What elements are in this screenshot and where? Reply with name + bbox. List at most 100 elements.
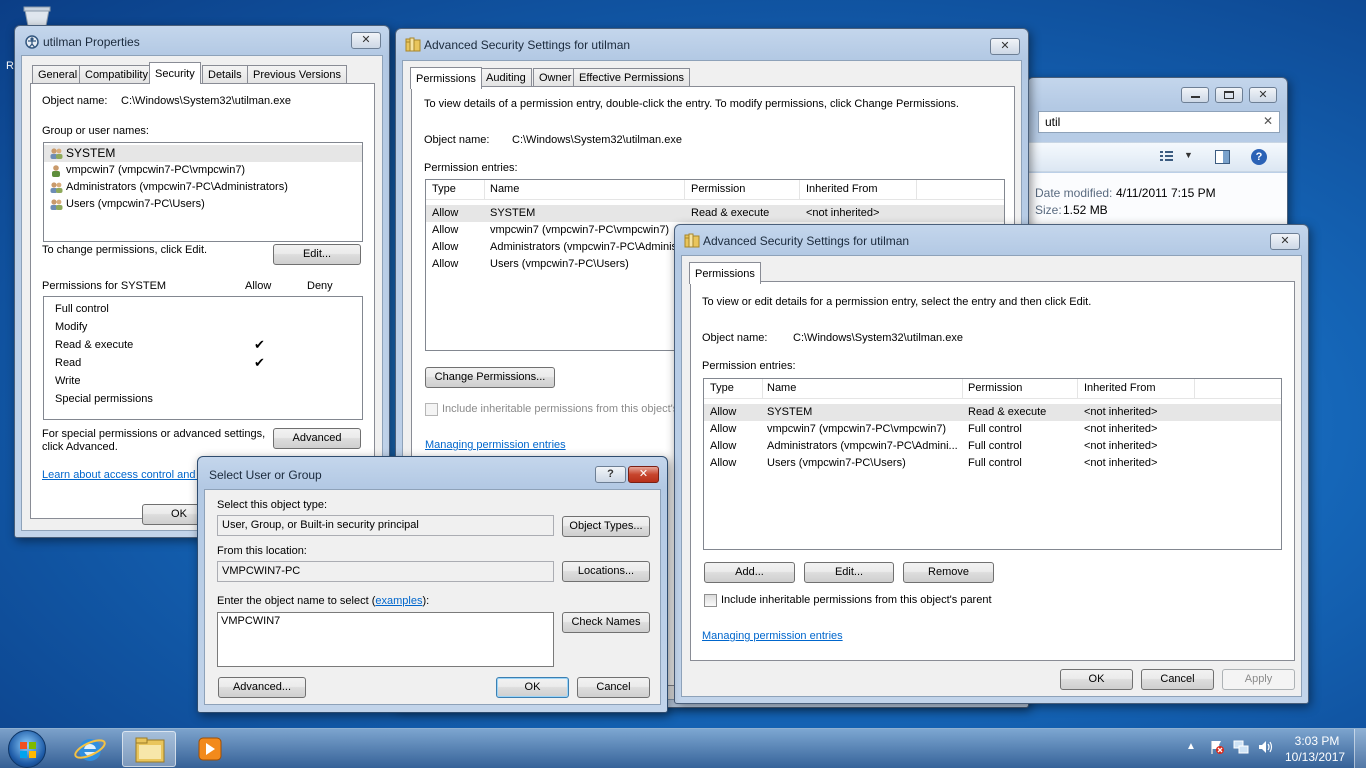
- help-icon[interactable]: ?: [1251, 149, 1267, 165]
- permission-entries-table[interactable]: Type Name Permission Inherited From Allo…: [703, 378, 1282, 550]
- table-row[interactable]: Allow SYSTEM Read & execute <not inherit…: [704, 404, 1281, 421]
- maximize-button[interactable]: [1215, 87, 1243, 103]
- learn-access-control-link[interactable]: Learn about access control and p: [42, 469, 205, 481]
- list-item[interactable]: vmpcwin7 (vmpcwin7-PC\vmpcwin7): [44, 162, 362, 179]
- advanced-button[interactable]: Advanced...: [218, 677, 306, 698]
- start-button[interactable]: [8, 730, 46, 768]
- object-name-label: Object name:: [42, 95, 108, 107]
- table-row[interactable]: Allow vmpcwin7 (vmpcwin7-PC\vmpcwin7) Fu…: [704, 421, 1281, 438]
- minimize-button[interactable]: [1181, 87, 1209, 103]
- object-name-textarea[interactable]: VMPCWIN7: [217, 612, 554, 667]
- preview-pane-icon[interactable]: [1215, 150, 1230, 164]
- include-inheritable-checkbox[interactable]: [425, 403, 438, 416]
- object-types-button[interactable]: Object Types...: [562, 516, 650, 537]
- tab-previous-versions[interactable]: Previous Versions: [247, 65, 348, 84]
- examples-link[interactable]: examples: [375, 595, 422, 607]
- cell-name: Administrators (vmpcwin7-PC\Admini...: [767, 440, 958, 452]
- table-row[interactable]: Allow Users (vmpcwin7-PC\Users) Full con…: [704, 455, 1281, 472]
- object-type-field: User, Group, or Built-in security princi…: [217, 515, 554, 536]
- cell-type: Allow: [710, 457, 737, 469]
- tab-compatibility[interactable]: Compatibility: [79, 65, 154, 84]
- volume-icon[interactable]: [1257, 739, 1273, 755]
- action-center-icon[interactable]: [1209, 739, 1225, 755]
- user-list[interactable]: SYSTEM vmpcwin7 (vmpcwin7-PC\vmpcwin7) A…: [43, 142, 363, 242]
- clock-date[interactable]: 10/13/2017: [1285, 750, 1345, 764]
- managing-permission-entries-link[interactable]: Managing permission entries: [702, 630, 843, 642]
- column-header-name[interactable]: Name: [490, 183, 519, 195]
- column-header-permission[interactable]: Permission: [968, 382, 1022, 394]
- change-permissions-text: To change permissions, click Edit.: [42, 244, 208, 256]
- column-header-permission[interactable]: Permission: [691, 183, 745, 195]
- clear-search-icon[interactable]: ✕: [1263, 114, 1273, 128]
- date-modified-value: 4/11/2011 7:15 PM: [1116, 186, 1216, 200]
- list-item[interactable]: SYSTEM: [44, 145, 362, 162]
- edit-button[interactable]: Edit...: [273, 244, 361, 265]
- network-icon[interactable]: [1233, 739, 1249, 755]
- details-pane: Date modified: 4/11/2011 7:15 PM Size: 1…: [1029, 173, 1287, 227]
- users-icon: [49, 198, 63, 211]
- managing-permission-entries-link[interactable]: Managing permission entries: [425, 439, 566, 451]
- list-item[interactable]: Administrators (vmpcwin7-PC\Administrato…: [44, 179, 362, 196]
- object-name-value: C:\Windows\System32\utilman.exe: [512, 134, 682, 146]
- users-icon: [49, 181, 63, 194]
- internet-explorer-taskbar-button[interactable]: [63, 731, 117, 767]
- search-box[interactable]: util ✕: [1038, 111, 1280, 133]
- tab-effective-permissions[interactable]: Effective Permissions: [573, 68, 690, 87]
- tab-general[interactable]: General: [32, 65, 84, 84]
- change-permissions-button[interactable]: Change Permissions...: [425, 367, 555, 388]
- close-button[interactable]: ✕: [351, 32, 381, 49]
- close-button[interactable]: ✕: [990, 38, 1020, 55]
- table-row[interactable]: Allow Administrators (vmpcwin7-PC\Admini…: [704, 438, 1281, 455]
- close-button[interactable]: ✕: [628, 466, 659, 483]
- close-button[interactable]: ✕: [1270, 233, 1300, 250]
- list-item[interactable]: Users (vmpcwin7-PC\Users): [44, 196, 362, 213]
- tab-auditing[interactable]: Auditing: [480, 68, 532, 87]
- cell-type: Allow: [432, 224, 459, 236]
- permission-label: Modify: [55, 321, 88, 333]
- column-header-name[interactable]: Name: [767, 382, 796, 394]
- tab-security[interactable]: Security: [149, 62, 201, 84]
- tab-details[interactable]: Details: [202, 65, 248, 84]
- search-input[interactable]: util: [1045, 115, 1060, 129]
- object-name-value[interactable]: VMPCWIN7: [221, 615, 280, 627]
- ok-button[interactable]: OK: [1060, 669, 1133, 690]
- close-button[interactable]: ✕: [1249, 87, 1277, 103]
- cancel-button[interactable]: Cancel: [1141, 669, 1214, 690]
- clock-time[interactable]: 3:03 PM: [1294, 734, 1340, 748]
- view-icon[interactable]: [1160, 150, 1173, 163]
- window-title: Advanced Security Settings for utilman: [703, 234, 910, 248]
- help-button[interactable]: ?: [595, 466, 626, 483]
- show-hidden-icons-icon[interactable]: ▲: [1186, 741, 1196, 752]
- locations-button[interactable]: Locations...: [562, 561, 650, 582]
- cancel-button[interactable]: Cancel: [577, 677, 650, 698]
- cell-inherited: <not inherited>: [806, 207, 880, 219]
- advanced-button[interactable]: Advanced: [273, 428, 361, 449]
- edit-button[interactable]: Edit...: [804, 562, 894, 583]
- check-names-button[interactable]: Check Names: [562, 612, 650, 633]
- table-row[interactable]: Allow SYSTEM Read & execute <not inherit…: [426, 205, 1004, 222]
- recycle-bin-icon[interactable]: [22, 6, 52, 27]
- tab-owner[interactable]: Owner: [533, 68, 578, 87]
- advanced-security-window-2[interactable]: Advanced Security Settings for utilman ✕…: [674, 224, 1309, 704]
- column-header-inherited[interactable]: Inherited From: [806, 183, 878, 195]
- remove-button[interactable]: Remove: [903, 562, 994, 583]
- tab-permissions[interactable]: Permissions: [410, 67, 482, 89]
- media-player-taskbar-button[interactable]: [182, 731, 236, 767]
- ok-button[interactable]: OK: [496, 677, 569, 698]
- cell-type: Allow: [432, 258, 459, 270]
- folder-lock-icon: [684, 233, 700, 249]
- column-header-type[interactable]: Type: [432, 183, 456, 195]
- include-inheritable-label: Include inheritable permissions from thi…: [442, 403, 694, 415]
- tab-permissions[interactable]: Permissions: [689, 262, 761, 284]
- include-inheritable-checkbox[interactable]: [704, 594, 717, 607]
- column-header-inherited[interactable]: Inherited From: [1084, 382, 1156, 394]
- allow-check-icon: ✔: [254, 337, 265, 352]
- apply-button[interactable]: Apply: [1222, 669, 1295, 690]
- chevron-down-icon[interactable]: ▼: [1184, 150, 1193, 160]
- explorer-window[interactable]: ✕ util ✕ ▼ ? Date modified: 4/11/2011 7:…: [1027, 77, 1288, 227]
- select-user-dialog[interactable]: Select User or Group ? ✕ Select this obj…: [197, 456, 668, 713]
- show-desktop-button[interactable]: [1354, 729, 1366, 768]
- add-button[interactable]: Add...: [704, 562, 795, 583]
- column-header-type[interactable]: Type: [710, 382, 734, 394]
- explorer-taskbar-button[interactable]: [122, 731, 176, 767]
